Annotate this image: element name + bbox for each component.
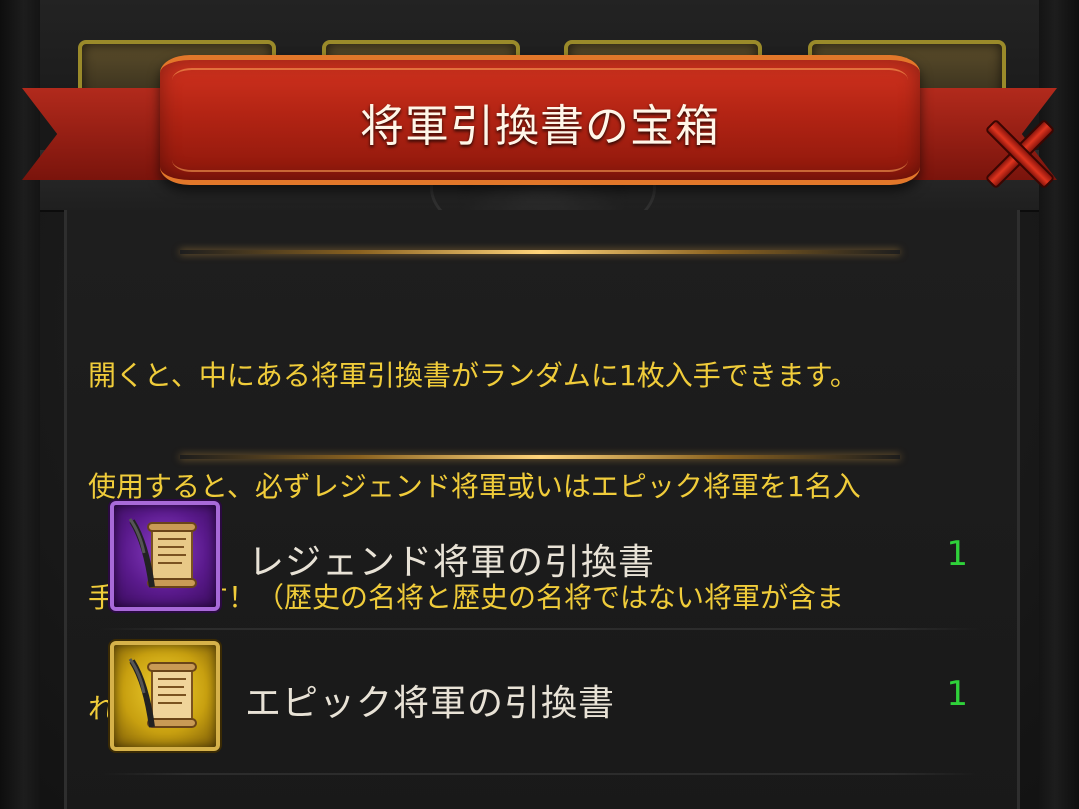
legend-scroll-icon [110, 501, 220, 611]
frame-left [0, 0, 40, 809]
row-divider [100, 773, 980, 775]
ribbon-tail-left [22, 88, 182, 180]
reward-quantity: 1 [946, 674, 968, 714]
gold-divider-top [180, 250, 900, 254]
reward-name: レジェンド将軍の引換書 [248, 542, 656, 583]
gold-divider-bottom [180, 455, 900, 459]
reward-quantity: 1 [946, 534, 968, 574]
reward-name: エピック将軍の引換書 [245, 683, 616, 724]
row-divider [100, 628, 980, 630]
reward-row-epic[interactable]: エピック将軍の引換書 1 [100, 638, 980, 756]
epic-scroll-icon [110, 641, 220, 751]
dialog-title: 将軍引換書の宝箱 [360, 101, 720, 152]
treasure-chest-dialog: ✦ ✦ ✦ ✦ 将軍引換書の宝箱 開くと、中にある将軍引換書がランダムに1枚入手… [0, 0, 1079, 809]
title-ribbon: 将軍引換書の宝箱 [160, 55, 920, 185]
close-button[interactable] [980, 112, 1056, 190]
reward-row-legend[interactable]: レジェンド将軍の引換書 1 [100, 498, 980, 616]
description-line: 開くと、中にある将軍引換書がランダムに1枚入手できます。 [88, 359, 858, 392]
